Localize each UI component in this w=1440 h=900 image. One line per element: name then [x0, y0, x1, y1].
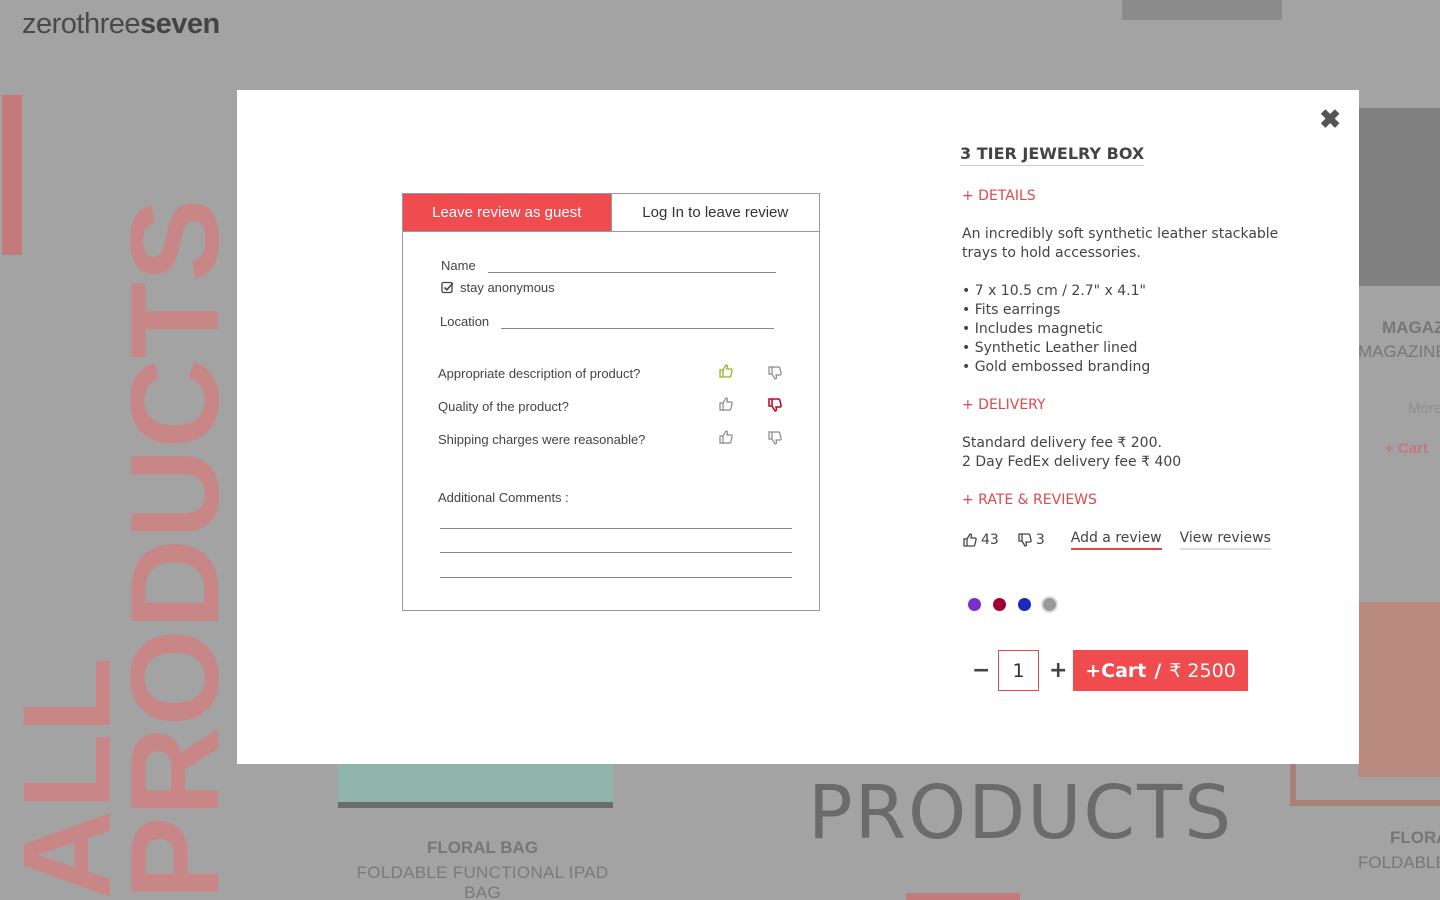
cart-price: ₹ 2500 [1169, 659, 1236, 682]
increase-quantity-button[interactable]: + [1049, 658, 1067, 683]
add-review-button[interactable]: Add a review [1070, 530, 1162, 550]
rate-reviews-toggle[interactable]: + RATE & REVIEWS [962, 492, 1097, 508]
thumbs-up-icon[interactable] [718, 363, 734, 379]
product-description: An incredibly soft synthetic leather sta… [962, 226, 1279, 261]
products-scrawl-text: PRODUCTS [808, 770, 1234, 856]
color-swatch-maroon[interactable] [993, 598, 1006, 611]
comments-line-1[interactable] [440, 528, 792, 529]
comments-line-2[interactable] [440, 552, 792, 553]
heading-line2: PRODUCTS [106, 198, 245, 900]
heading-line1: ALL [0, 657, 137, 900]
feature-item: • Gold embossed branding [962, 359, 1151, 375]
anonymous-label: stay anonymous [460, 280, 555, 295]
header-button-ghost [1122, 0, 1282, 20]
thumbs-up-icon[interactable] [718, 396, 734, 412]
floral-name-2[interactable]: FLORA [1390, 828, 1440, 848]
tab-login-review[interactable]: Log In to leave review [610, 194, 819, 231]
cart-separator: / [1154, 659, 1162, 682]
review-summary: 43 3 Add a review View reviews [962, 530, 1289, 550]
product-title: 3 TIER JEWELRY BOX [960, 144, 1145, 166]
name-input[interactable] [487, 272, 776, 273]
logo-part1: zerothree [22, 8, 141, 40]
floral-subtitle-2: FOLDABLE [1358, 853, 1440, 872]
dislikes-count-group[interactable]: 3 [1017, 532, 1045, 548]
likes-count-group[interactable]: 43 [962, 532, 999, 548]
dislikes-count: 3 [1035, 532, 1045, 548]
decrease-quantity-button[interactable]: − [972, 658, 990, 683]
standard-delivery: Standard delivery fee ₹ 200. [962, 435, 1162, 451]
delivery-info: Standard delivery fee ₹ 200. 2 Day FedEx… [962, 434, 1181, 472]
site-logo[interactable]: zerothreeseven [22, 8, 220, 41]
all-products-heading: ALL PRODUCTS [0, 198, 245, 900]
question-quality: Quality of the product? [438, 399, 569, 414]
likes-count: 43 [981, 532, 999, 548]
color-swatch-purple[interactable] [968, 598, 981, 611]
thumbs-down-icon [1018, 533, 1032, 547]
details-toggle[interactable]: + DETAILS [962, 188, 1036, 204]
tab-leave-review-guest[interactable]: Leave review as guest [403, 194, 611, 231]
thumbs-down-icon[interactable] [767, 365, 783, 381]
comments-line-3[interactable] [440, 577, 792, 578]
thumbs-down-icon[interactable] [767, 430, 783, 446]
cart-label: +Cart [1085, 659, 1147, 682]
question-description: Appropriate description of product? [438, 366, 641, 381]
name-label: Name [441, 258, 476, 273]
anonymous-option[interactable]: stay anonymous [441, 280, 555, 295]
decorative-bar [906, 893, 1020, 900]
floral-bag-image[interactable] [338, 760, 613, 808]
question-shipping: Shipping charges were reasonable? [438, 432, 646, 447]
delivery-toggle[interactable]: + DELIVERY [962, 397, 1046, 413]
feature-item: • 7 x 10.5 cm / 2.7" x 4.1" [962, 283, 1146, 299]
product-image[interactable] [1290, 602, 1440, 806]
add-to-cart-button[interactable]: +Cart / ₹ 2500 [1073, 650, 1248, 691]
location-field-row: Location [440, 314, 775, 329]
bg-cart-button[interactable]: + Cart [1385, 440, 1428, 457]
product-features: • 7 x 10.5 cm / 2.7" x 4.1" • Fits earri… [962, 282, 1150, 377]
location-label: Location [440, 314, 490, 329]
review-form: Leave review as guest Log In to leave re… [402, 193, 820, 611]
name-field-row: Name [441, 258, 776, 273]
checkbox-checked-icon[interactable] [441, 281, 454, 294]
feature-item: • Synthetic Leather lined [962, 340, 1138, 356]
feature-item: • Fits earrings [962, 302, 1061, 318]
magazine-name[interactable]: MAGAZ [1382, 318, 1440, 338]
floral-bag-name[interactable]: FLORAL BAG [340, 838, 625, 858]
location-input[interactable] [501, 328, 775, 329]
color-swatch-grey[interactable] [1043, 598, 1056, 611]
product-modal: ✖ Leave review as guest Log In to leave … [237, 90, 1359, 764]
view-reviews-button[interactable]: View reviews [1179, 530, 1271, 550]
review-tabs: Leave review as guest Log In to leave re… [403, 194, 819, 232]
color-swatch-blue[interactable] [1018, 598, 1031, 611]
fedex-delivery: 2 Day FedEx delivery fee ₹ 400 [962, 454, 1182, 470]
floral-bag-subtitle: FOLDABLE FUNCTIONAL IPAD BAG [356, 863, 609, 900]
close-icon[interactable]: ✖ [1319, 106, 1341, 132]
thumbs-up-icon [963, 533, 977, 547]
magazine-image[interactable] [1358, 108, 1440, 286]
magazine-subtitle: MAGAZINE [1358, 342, 1440, 361]
logo-part2: seven [140, 8, 220, 40]
color-swatches [968, 598, 1056, 611]
quantity-stepper: − + [972, 650, 1067, 691]
thumbs-up-icon[interactable] [718, 429, 734, 445]
feature-item: • Includes magnetic [962, 321, 1104, 337]
quantity-input[interactable] [998, 650, 1039, 691]
thumbs-down-icon[interactable] [767, 397, 783, 413]
more-link[interactable]: More [1408, 400, 1440, 417]
comments-label: Additional Comments : [438, 490, 569, 505]
